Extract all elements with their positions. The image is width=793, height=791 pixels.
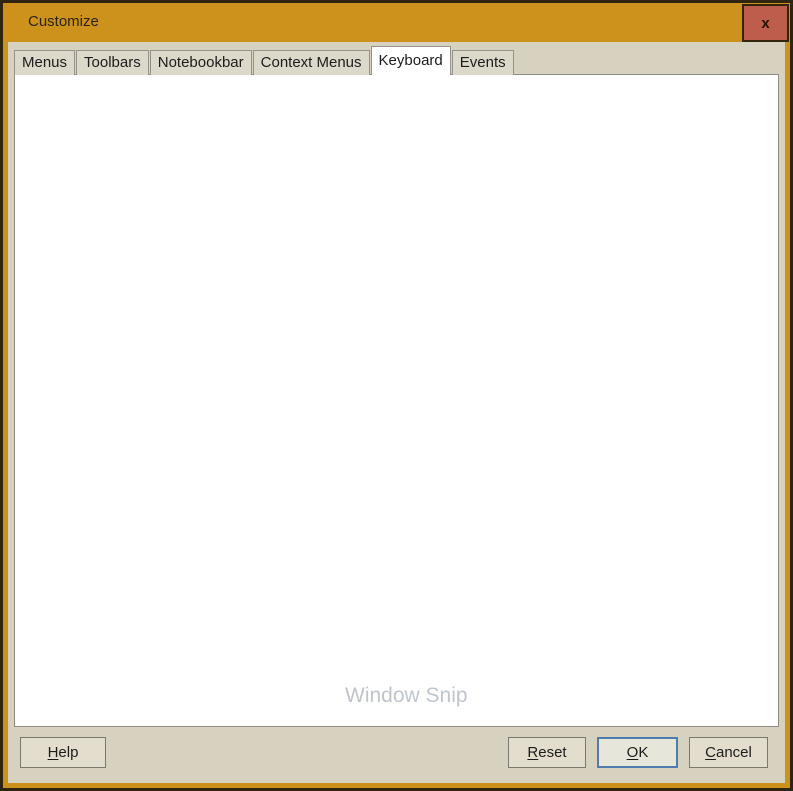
customize-dialog: Customize x MenusToolbarsNotebookbarCont…: [0, 0, 793, 791]
help-label: Help: [48, 744, 79, 761]
help-button[interactable]: Help: [20, 737, 106, 768]
tab-bar: MenusToolbarsNotebookbarContext MenusKey…: [14, 50, 515, 75]
close-icon: x: [761, 15, 769, 32]
reset-label: Reset: [527, 744, 566, 761]
window-title: Customize: [28, 13, 99, 30]
close-button[interactable]: x: [742, 4, 789, 42]
cancel-label: Cancel: [705, 744, 752, 761]
ok-button[interactable]: OK: [597, 737, 678, 768]
reset-button[interactable]: Reset: [508, 737, 586, 768]
ok-label: OK: [627, 744, 649, 761]
tab-keyboard[interactable]: Keyboard: [371, 46, 451, 75]
tab-events[interactable]: Events: [452, 50, 514, 75]
tab-context-menus[interactable]: Context Menus: [253, 50, 370, 75]
cancel-button[interactable]: Cancel: [689, 737, 768, 768]
keyboard-tab-page: [14, 74, 779, 727]
titlebar[interactable]: Customize x: [3, 3, 790, 42]
tab-toolbars[interactable]: Toolbars: [76, 50, 149, 75]
tab-notebookbar[interactable]: Notebookbar: [150, 50, 252, 75]
tab-menus[interactable]: Menus: [14, 50, 75, 75]
